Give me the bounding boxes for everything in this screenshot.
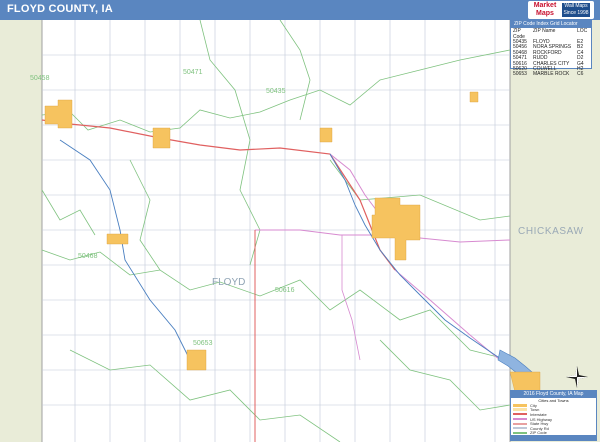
neighbor-county-label: CHICKASAW xyxy=(518,226,584,237)
zip-label-50468: 50468 xyxy=(78,253,98,260)
map-key-title: 2016 Floyd County, IA Map xyxy=(511,391,596,398)
zip-code: 50653 xyxy=(513,71,527,78)
zip-label-50471: 50471 xyxy=(183,69,203,76)
zip-locator-legend: ZIP Code Index Grid Locator ZIP Code ZIP… xyxy=(510,20,592,77)
logo-brand-text: Market Maps xyxy=(533,2,557,17)
zip-label-50616: 50616 xyxy=(275,287,295,294)
title-bar: FLOYD COUNTY, IA Market Maps Wall Maps S… xyxy=(0,0,600,20)
neighbor-west xyxy=(0,20,42,442)
city-marble-rock xyxy=(186,349,207,371)
swatch-city xyxy=(513,403,527,407)
page-title: FLOYD COUNTY, IA xyxy=(7,3,113,15)
swatch-us-highway xyxy=(513,418,527,421)
logo-side-text: Wall Maps Since 1998 xyxy=(562,3,590,17)
county-map[interactable] xyxy=(0,20,600,442)
city-rockford xyxy=(152,127,171,149)
county-label: FLOYD xyxy=(212,277,246,288)
swatch-zip-code xyxy=(513,431,527,434)
county-area xyxy=(42,20,510,442)
zip-name: MARBLE ROCK xyxy=(533,71,570,78)
publisher-logo-icon: Market Maps Wall Maps Since 1998 xyxy=(528,1,594,19)
zip-locator-title: ZIP Code Index Grid Locator xyxy=(511,21,591,28)
swatch-county-rd xyxy=(513,427,527,430)
zip-label-50653: 50653 xyxy=(193,340,213,347)
swatch-interstate xyxy=(513,413,527,416)
swatch-state-hwy xyxy=(513,422,527,425)
city-south-east xyxy=(509,371,541,393)
city-floyd xyxy=(319,127,333,143)
zip-loc: C6 xyxy=(577,71,584,78)
zip-locator-row: 50653 MARBLE ROCK C6 xyxy=(511,71,591,78)
zip-label-50458: 50458 xyxy=(30,75,50,82)
city-rudd xyxy=(106,233,129,245)
swatch-town xyxy=(513,408,527,412)
zip-label-50435: 50435 xyxy=(266,88,286,95)
map-key-legend: 2016 Floyd County, IA Map Cities and Tow… xyxy=(510,390,597,441)
city-colwell xyxy=(469,91,479,103)
compass-rose-icon xyxy=(566,366,588,388)
map-key-footer xyxy=(511,435,596,440)
